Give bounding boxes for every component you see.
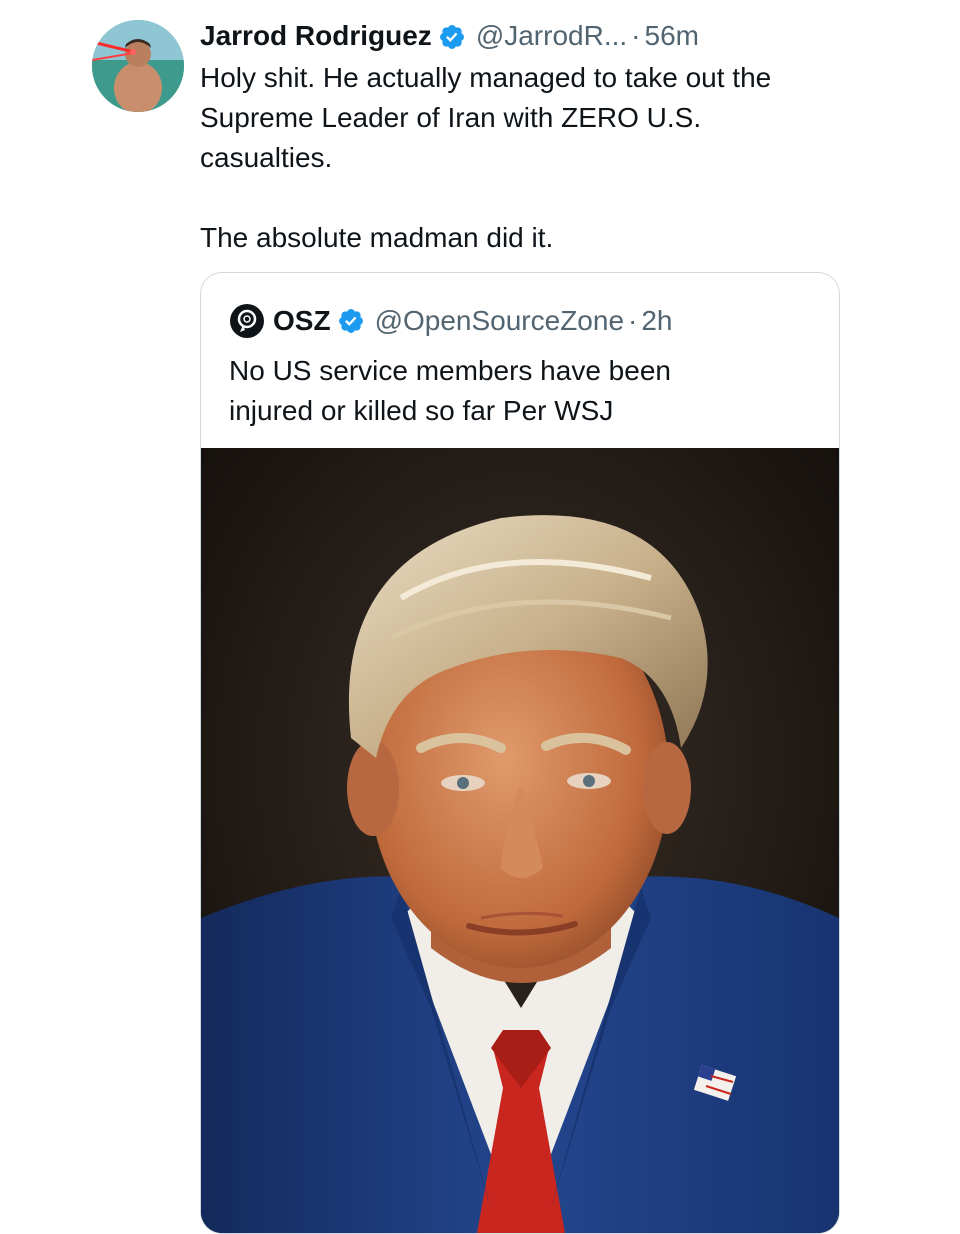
osz-logo-icon[interactable] xyxy=(229,303,265,339)
quoted-tweet-text: No US service members have been injured … xyxy=(229,355,671,426)
portrait-photo-icon xyxy=(201,448,839,1233)
tweet-header: Jarrod Rodriguez @JarrodR... · 56m xyxy=(200,16,699,56)
quoted-verified-badge-icon xyxy=(337,307,365,335)
quoted-separator-dot: · xyxy=(628,305,638,336)
tweet-text: Holy shit. He actually managed to take o… xyxy=(200,62,772,253)
tweet-card: Jarrod Rodriguez @JarrodR... · 56m Holy … xyxy=(0,0,960,1234)
separator-dot: · xyxy=(631,20,641,51)
author-handle[interactable]: @JarrodR... xyxy=(476,16,627,56)
quoted-author-handle[interactable]: @OpenSourceZone xyxy=(375,305,624,337)
quoted-tweet-header: OSZ @OpenSourceZone · 2h xyxy=(229,301,673,341)
quoted-tweet-timestamp[interactable]: 2h xyxy=(641,305,672,337)
verified-badge-icon xyxy=(438,22,466,50)
quoted-tweet[interactable]: OSZ @OpenSourceZone · 2h No US service m… xyxy=(200,272,840,1234)
author-display-name[interactable]: Jarrod Rodriguez xyxy=(200,16,432,56)
profile-photo-icon xyxy=(92,20,184,112)
quoted-tweet-photo[interactable] xyxy=(201,448,839,1233)
author-avatar[interactable] xyxy=(92,20,184,112)
tweet-timestamp[interactable]: 56m xyxy=(645,16,699,56)
quoted-author-display-name[interactable]: OSZ xyxy=(273,305,331,337)
